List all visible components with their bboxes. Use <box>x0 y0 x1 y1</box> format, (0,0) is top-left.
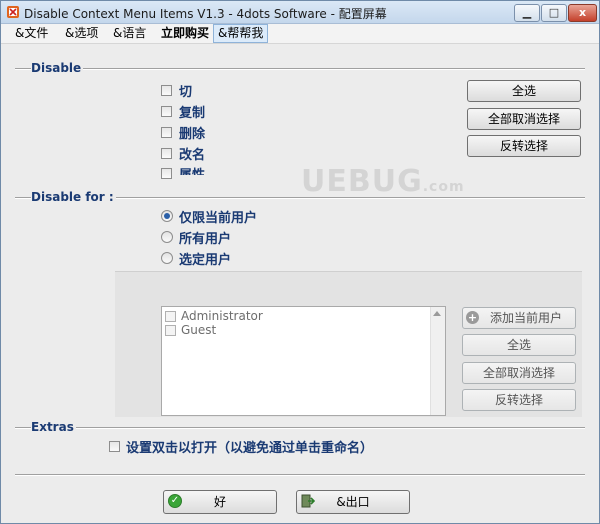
user-checkbox[interactable] <box>165 325 176 336</box>
window-title: Disable Context Menu Items V1.3 - 4dots … <box>24 7 387 21</box>
radio-selected-users[interactable] <box>161 252 173 264</box>
disable-select-all-button[interactable]: 全选 <box>467 80 581 102</box>
disable-for-section-label: Disable for : <box>31 190 116 204</box>
disable-section-label: Disable <box>31 61 84 75</box>
label-double-click: 设置双击以打开（以避免通过单击重命名） <box>126 441 374 456</box>
menu-options[interactable]: &选项 <box>61 25 102 42</box>
users-list[interactable]: Administrator Guest <box>161 306 446 416</box>
label-cut: 切 <box>179 85 193 100</box>
menu-buy-now[interactable]: 立即购买 <box>157 25 213 42</box>
minimize-icon: ▁ <box>522 6 532 19</box>
checkbox-cut[interactable] <box>161 85 172 96</box>
extras-section-label: Extras <box>31 420 76 434</box>
menu-help[interactable]: &帮帮我 <box>213 24 269 43</box>
radio-current-user[interactable] <box>161 210 173 222</box>
label-all-users: 所有用户 <box>179 232 232 247</box>
label-copy: 复制 <box>179 106 206 121</box>
extras-divider <box>15 427 585 429</box>
app-icon <box>7 6 19 18</box>
app-window: Disable Context Menu Items V1.3 - 4dots … <box>0 0 600 524</box>
disable-invert-button[interactable]: 反转选择 <box>467 135 581 157</box>
maximize-icon: □ <box>548 6 560 19</box>
ok-button[interactable]: ✓ 好 <box>163 490 277 514</box>
close-icon: x <box>578 6 587 19</box>
menu-language[interactable]: &语言 <box>109 25 150 42</box>
label-current-user: 仅限当前用户 <box>179 211 258 226</box>
user-name: Guest <box>181 323 217 337</box>
watermark-main: UEBUG <box>301 164 423 199</box>
footer-divider <box>15 474 585 476</box>
radio-all-users[interactable] <box>161 231 173 243</box>
user-name: Administrator <box>181 309 263 323</box>
close-button[interactable]: x <box>568 4 597 22</box>
list-item[interactable]: Guest <box>165 323 425 337</box>
list-item[interactable]: Administrator <box>165 309 425 323</box>
add-icon: + <box>466 311 479 324</box>
checkbox-copy[interactable] <box>161 106 172 117</box>
checkbox-rename[interactable] <box>161 148 172 159</box>
label-selected-users: 选定用户 <box>179 253 232 268</box>
user-checkbox[interactable] <box>165 311 176 322</box>
menu-file[interactable]: &文件 <box>11 25 52 42</box>
users-invert-button[interactable]: 反转选择 <box>462 389 576 411</box>
maximize-button[interactable]: □ <box>541 4 567 22</box>
checkbox-double-click[interactable] <box>109 441 120 452</box>
menu-bar: &文件 &选项 &语言 立即购买 &帮帮我 <box>1 24 599 44</box>
title-bar[interactable]: Disable Context Menu Items V1.3 - 4dots … <box>1 1 599 24</box>
watermark: UEBUG.com <box>301 164 465 199</box>
label-properties: 属性 <box>179 164 205 175</box>
disable-divider <box>15 68 585 70</box>
label-delete: 删除 <box>179 127 206 142</box>
users-unselect-all-button[interactable]: 全部取消选择 <box>462 362 576 384</box>
users-list-scrollbar[interactable] <box>430 307 445 415</box>
exit-label: &出口 <box>336 495 370 509</box>
disable-unselect-all-button[interactable]: 全部取消选择 <box>467 108 581 130</box>
add-current-user-label: 添加当前用户 <box>489 311 562 325</box>
add-current-user-button[interactable]: + 添加当前用户 <box>462 307 576 329</box>
exit-button[interactable]: &出口 <box>296 490 410 514</box>
scroll-up-icon[interactable] <box>433 311 441 316</box>
check-icon: ✓ <box>168 494 182 508</box>
exit-icon <box>301 494 315 508</box>
checkbox-delete[interactable] <box>161 127 172 138</box>
ok-label: 好 <box>213 495 226 509</box>
checkbox-properties[interactable] <box>161 168 172 179</box>
watermark-sub: .com <box>422 179 465 195</box>
users-select-all-button[interactable]: 全选 <box>462 334 576 356</box>
label-rename: 改名 <box>179 148 206 163</box>
minimize-button[interactable]: ▁ <box>514 4 540 22</box>
